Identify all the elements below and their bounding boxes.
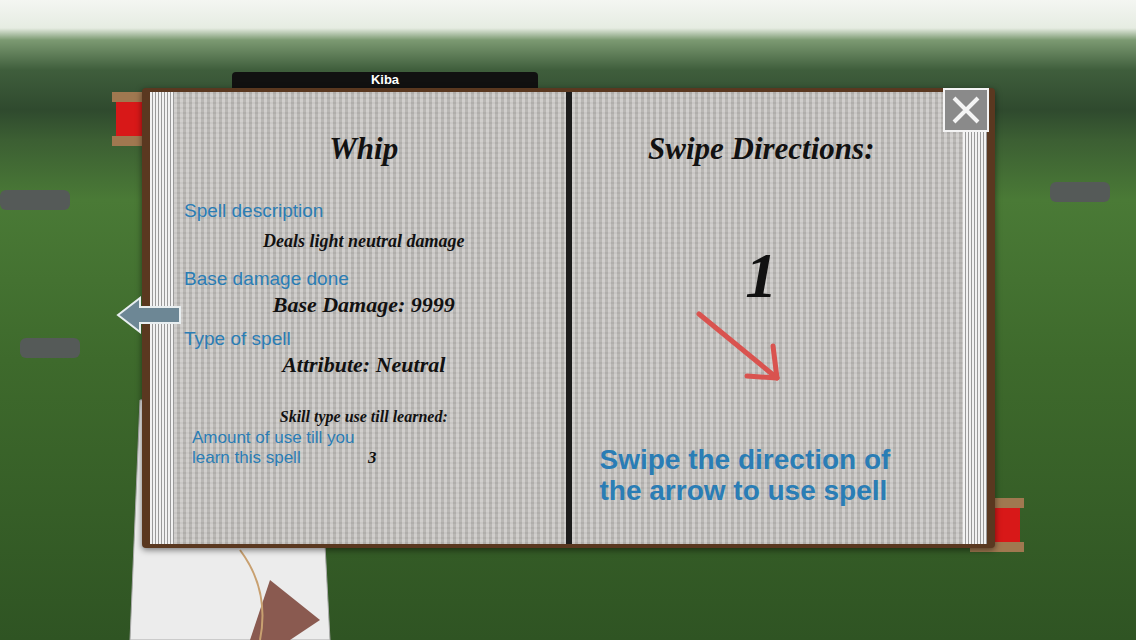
- right-page: Swipe Directions: 1 Swipe the direction of…: [572, 92, 988, 544]
- swipe-instruction: Swipe the direction of the arrow to use …: [582, 444, 940, 506]
- learning-heading: Skill type use till learned:: [280, 406, 448, 428]
- learning-row: Amount of use till you learn this spell 3: [184, 428, 377, 468]
- learning-value: 3: [368, 448, 377, 468]
- step-number: 1: [745, 244, 777, 308]
- spell-field: Type of spellAttribute: Neutral: [184, 328, 544, 380]
- spell-details: Whip Spell descriptionDeals light neutral…: [174, 92, 566, 544]
- swipe-step: 1: [731, 244, 791, 444]
- spell-book: Whip Spell descriptionDeals light neutral…: [142, 88, 995, 548]
- rock: [0, 190, 70, 210]
- learning-label: Amount of use till you learn this spell: [192, 428, 362, 468]
- close-button[interactable]: [943, 88, 989, 132]
- field-label: Base damage done: [184, 268, 544, 290]
- game-scene: Kiba Whip Spell descriptionDeals light neu…: [0, 0, 1136, 640]
- swipe-directions: Swipe Directions: 1 Swipe the direction of…: [572, 92, 964, 544]
- character-name-tab: Kiba: [232, 72, 538, 88]
- left-page: Whip Spell descriptionDeals light neutral…: [150, 92, 566, 544]
- rock: [20, 338, 80, 358]
- field-value: Deals light neutral damage: [256, 222, 471, 260]
- close-icon[interactable]: [949, 93, 983, 127]
- swipe-arrow-icon: [691, 308, 791, 388]
- swipe-title: Swipe Directions:: [648, 130, 874, 168]
- field-value: Attribute: Neutral: [282, 350, 445, 380]
- learning-info: Skill type use till learned:Amount of us…: [184, 406, 544, 468]
- spell-field: Spell descriptionDeals light neutral dam…: [184, 200, 544, 260]
- rock: [1050, 182, 1110, 202]
- spell-field: Base damage doneBase Damage: 9999: [184, 268, 544, 320]
- field-label: Spell description: [184, 200, 544, 222]
- field-label: Type of spell: [184, 328, 544, 350]
- back-arrow-icon[interactable]: [116, 296, 182, 334]
- page-edge: [963, 92, 987, 544]
- field-value: Base Damage: 9999: [273, 290, 455, 320]
- spell-name: Whip: [329, 130, 398, 168]
